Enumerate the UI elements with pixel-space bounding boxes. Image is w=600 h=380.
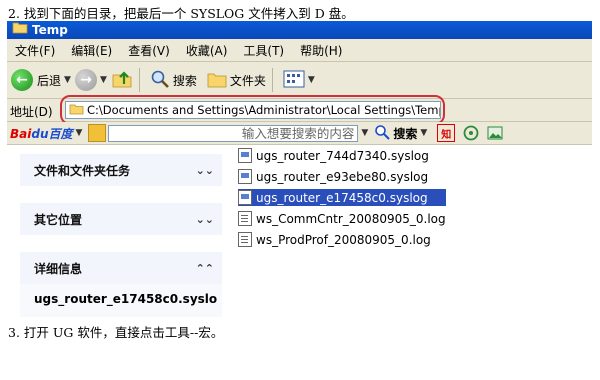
search-icon: [374, 124, 391, 143]
chevron-down-icon[interactable]: ⌄⌄: [196, 213, 214, 226]
menu-view[interactable]: 查看(V): [120, 42, 178, 59]
log-file-icon: [238, 211, 252, 226]
explorer-window: Temp 文件(F) 编辑(E) 查看(V) 收藏(A) 工具(T) 帮助(H)…: [7, 21, 592, 317]
file-item[interactable]: ws_CommCntr_20080905_0.log: [238, 210, 446, 227]
details-filename: ugs_router_e17458c0.syslo: [20, 284, 222, 317]
file-item[interactable]: ugs_router_744d7340.syslog: [238, 147, 446, 164]
log-file-icon: [238, 232, 252, 247]
syslog-file-icon: [238, 190, 252, 205]
task-pane: 文件和文件夹任务 ⌄⌄ 其它位置 ⌄⌄ 详细信息 ⌃⌃ ugs_router_e…: [7, 145, 226, 317]
back-arrow-icon: ←: [11, 69, 33, 91]
toolbar-divider: [271, 68, 273, 92]
file-name: ws_ProdProf_20080905_0.log: [256, 232, 431, 247]
file-name: ugs_router_e93ebe80.syslog: [256, 169, 429, 184]
search-button[interactable]: 搜索: [150, 69, 197, 92]
menu-bar: 文件(F) 编辑(E) 查看(V) 收藏(A) 工具(T) 帮助(H): [7, 39, 592, 62]
chevron-down-icon[interactable]: ▼: [308, 75, 315, 85]
folders-icon: [207, 70, 227, 91]
chevron-down-icon[interactable]: ▼: [64, 75, 71, 85]
other-places-panel[interactable]: 其它位置 ⌄⌄: [20, 203, 222, 235]
forward-button[interactable]: → ▼: [74, 69, 107, 91]
chevron-up-icon[interactable]: ⌃⌃: [196, 262, 214, 275]
chevron-down-icon[interactable]: ▼: [361, 128, 368, 138]
explorer-content: 文件和文件夹任务 ⌄⌄ 其它位置 ⌄⌄ 详细信息 ⌃⌃ ugs_router_e…: [7, 145, 592, 317]
file-name: ugs_router_e17458c0.syslog: [256, 190, 428, 205]
file-list: ugs_router_744d7340.syslog ugs_router_e9…: [238, 147, 446, 252]
window-titlebar[interactable]: Temp: [7, 21, 592, 39]
standard-toolbar: ← 后退 ▼ → ▼ 搜索 文件夹 ▼: [7, 62, 592, 99]
details-panel[interactable]: 详细信息 ⌃⌃ ugs_router_e17458c0.syslo: [20, 252, 222, 317]
baidu-zhidao-icon[interactable]: 知: [437, 124, 456, 142]
menu-help[interactable]: 帮助(H): [292, 42, 350, 59]
folder-icon: [12, 21, 28, 39]
search-icon: [150, 69, 170, 92]
syslog-file-icon: [238, 169, 252, 184]
menu-file[interactable]: 文件(F): [7, 42, 63, 59]
window-title: Temp: [32, 23, 68, 37]
instruction-step-2: 2. 找到下面的目录，把最后一个 SYSLOG 文件拷入到 D 盘。: [8, 6, 354, 21]
baidu-image-icon[interactable]: [487, 125, 503, 141]
file-name: ugs_router_744d7340.syslog: [256, 148, 429, 163]
chevron-down-icon[interactable]: ▼: [420, 128, 427, 138]
details-title: 详细信息: [34, 261, 83, 276]
views-icon: [283, 70, 305, 91]
baidu-search-button[interactable]: 搜索 ▼: [374, 124, 427, 143]
chevron-down-icon[interactable]: ⌄⌄: [196, 164, 214, 177]
file-tasks-title: 文件和文件夹任务: [34, 163, 131, 178]
back-label: 后退: [37, 73, 62, 88]
address-label: 地址(D): [10, 105, 53, 119]
back-button[interactable]: ← 后退 ▼: [11, 69, 71, 91]
menu-favorites[interactable]: 收藏(A): [178, 42, 236, 59]
syslog-file-icon: [238, 148, 252, 163]
file-name: ws_CommCntr_20080905_0.log: [256, 211, 446, 226]
views-button[interactable]: ▼: [283, 70, 315, 91]
folders-label: 文件夹: [229, 73, 266, 88]
address-bar: 地址(D) C:\Documents and Settings\Administ…: [7, 95, 592, 125]
baidu-search-label: 搜索: [393, 126, 418, 141]
file-item-selected[interactable]: ugs_router_e17458c0.syslog: [238, 189, 446, 206]
up-folder-button[interactable]: [111, 69, 133, 92]
file-item[interactable]: ugs_router_e93ebe80.syslog: [238, 168, 446, 185]
search-label: 搜索: [172, 73, 197, 88]
baidu-toolbar: Baidu百度 ▼ 输入想要搜索的内容 ▼ 搜索 ▼ 知: [7, 122, 592, 145]
menu-tools[interactable]: 工具(T): [235, 42, 292, 59]
annotation-highlight: [60, 95, 445, 125]
up-folder-icon: [111, 69, 133, 92]
chevron-down-icon[interactable]: ▼: [76, 128, 83, 138]
chevron-down-icon[interactable]: ▼: [100, 75, 107, 85]
instruction-step-3: 3. 打开 UG 软件，直接点击工具--宏。: [8, 325, 224, 340]
baidu-category-icon[interactable]: [88, 124, 107, 142]
menu-edit[interactable]: 编辑(E): [63, 42, 120, 59]
file-tasks-panel[interactable]: 文件和文件夹任务 ⌄⌄: [20, 154, 222, 186]
baidu-logo[interactable]: Baidu百度: [10, 125, 73, 142]
forward-arrow-icon: →: [74, 69, 97, 91]
folders-button[interactable]: 文件夹: [207, 70, 266, 91]
baidu-tieba-icon[interactable]: [463, 125, 479, 141]
toolbar-divider: [138, 68, 140, 92]
file-item[interactable]: ws_ProdProf_20080905_0.log: [238, 231, 446, 248]
other-places-title: 其它位置: [34, 212, 83, 227]
baidu-search-input[interactable]: 输入想要搜索的内容: [108, 124, 359, 142]
